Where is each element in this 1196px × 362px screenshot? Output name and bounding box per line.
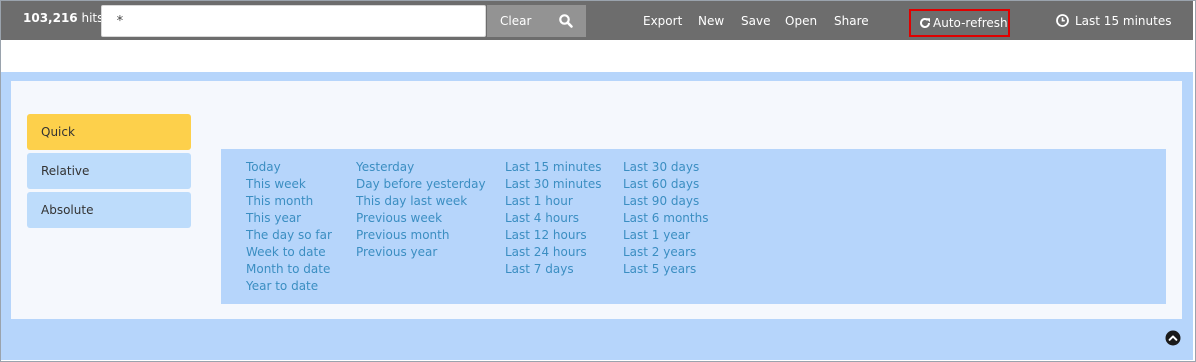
quick-option[interactable]: Last 2 years bbox=[623, 244, 708, 261]
refresh-icon bbox=[920, 18, 930, 28]
quick-column-3: Last 15 minutes Last 30 minutes Last 1 h… bbox=[505, 159, 601, 278]
quick-option[interactable]: Last 24 hours bbox=[505, 244, 601, 261]
quick-option[interactable]: Month to date bbox=[246, 261, 332, 278]
quick-column-2: Yesterday Day before yesterday This day … bbox=[356, 159, 486, 261]
hits-count: 103,216 bbox=[23, 11, 78, 25]
clock-icon bbox=[1056, 14, 1069, 27]
tab-relative[interactable]: Relative bbox=[27, 153, 191, 189]
quick-option[interactable]: The day so far bbox=[246, 227, 332, 244]
search-icon[interactable] bbox=[558, 13, 574, 29]
quick-option[interactable]: Year to date bbox=[246, 278, 332, 295]
save-button[interactable]: Save bbox=[741, 14, 770, 28]
quick-option[interactable]: Previous week bbox=[356, 210, 486, 227]
quick-option[interactable]: Last 1 hour bbox=[505, 193, 601, 210]
quick-option[interactable]: Last 12 hours bbox=[505, 227, 601, 244]
query-buttons: Clear bbox=[487, 5, 586, 37]
quick-options: Today This week This month This year The… bbox=[221, 149, 1166, 304]
tab-quick[interactable]: Quick bbox=[27, 114, 191, 150]
top-navbar: 103,216 hits Clear Export New Save Open … bbox=[1, 1, 1193, 40]
quick-option[interactable]: Previous month bbox=[356, 227, 486, 244]
quick-option[interactable]: Today bbox=[246, 159, 332, 176]
quick-option[interactable]: Day before yesterday bbox=[356, 176, 486, 193]
auto-refresh-label: Auto-refresh bbox=[933, 16, 1008, 30]
quick-option[interactable]: This week bbox=[246, 176, 332, 193]
quick-option[interactable]: Last 30 minutes bbox=[505, 176, 601, 193]
quick-column-4: Last 30 days Last 60 days Last 90 days L… bbox=[623, 159, 708, 278]
clear-button[interactable]: Clear bbox=[500, 14, 531, 28]
quick-option[interactable]: This day last week bbox=[356, 193, 486, 210]
quick-option[interactable]: Last 60 days bbox=[623, 176, 708, 193]
quick-option[interactable]: Last 6 months bbox=[623, 210, 708, 227]
quick-option[interactable]: Yesterday bbox=[356, 159, 486, 176]
time-picker-body: Quick Relative Absolute Today This week … bbox=[11, 81, 1182, 319]
time-range-label: Last 15 minutes bbox=[1075, 14, 1172, 28]
quick-option[interactable]: Last 4 hours bbox=[505, 210, 601, 227]
query-input[interactable] bbox=[101, 5, 486, 37]
time-range-button[interactable]: Last 15 minutes bbox=[1056, 14, 1171, 28]
share-button[interactable]: Share bbox=[834, 14, 869, 28]
time-picker-panel: Quick Relative Absolute Today This week … bbox=[1, 72, 1193, 360]
chevron-up-circle-icon[interactable] bbox=[1165, 330, 1181, 346]
quick-option[interactable]: Last 1 year bbox=[623, 227, 708, 244]
tab-absolute[interactable]: Absolute bbox=[27, 192, 191, 228]
open-button[interactable]: Open bbox=[785, 14, 817, 28]
quick-option[interactable]: Last 7 days bbox=[505, 261, 601, 278]
quick-option[interactable]: Last 5 years bbox=[623, 261, 708, 278]
quick-option[interactable]: This month bbox=[246, 193, 332, 210]
auto-refresh-button[interactable]: Auto-refresh bbox=[909, 9, 1010, 37]
new-button[interactable]: New bbox=[698, 14, 724, 28]
quick-option[interactable]: Last 90 days bbox=[623, 193, 708, 210]
export-button[interactable]: Export bbox=[643, 14, 682, 28]
quick-option[interactable]: Last 30 days bbox=[623, 159, 708, 176]
quick-option[interactable]: Previous year bbox=[356, 244, 486, 261]
quick-option[interactable]: This year bbox=[246, 210, 332, 227]
quick-option[interactable]: Week to date bbox=[246, 244, 332, 261]
hits-counter: 103,216 hits bbox=[23, 11, 103, 25]
quick-column-1: Today This week This month This year The… bbox=[246, 159, 332, 295]
quick-option[interactable]: Last 15 minutes bbox=[505, 159, 601, 176]
